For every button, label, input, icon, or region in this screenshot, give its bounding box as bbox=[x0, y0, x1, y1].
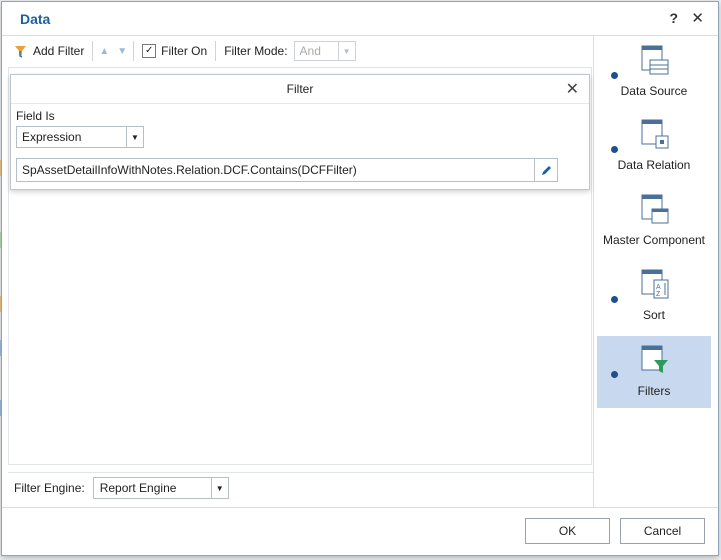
expression-input[interactable]: SpAssetDetailInfoWithNotes.Relation.DCF.… bbox=[16, 158, 558, 182]
nav-item-label: Master Component bbox=[602, 233, 706, 247]
filter-engine-value: Report Engine bbox=[99, 481, 177, 495]
data-source-icon bbox=[641, 45, 669, 75]
toolbar-divider bbox=[92, 41, 94, 61]
nav-item-label: Data Source bbox=[620, 84, 688, 98]
filters-editor: Add Filter ▲ ▼ ✓ Filter On Filter Mode: … bbox=[8, 36, 594, 507]
title-bar: Data ? ✕ bbox=[2, 2, 718, 36]
remove-filter-icon[interactable]: ✕ bbox=[566, 79, 579, 99]
toolbar-divider bbox=[133, 41, 135, 61]
add-filter-button[interactable]: Add Filter bbox=[8, 39, 90, 63]
nav-item-label: Data Relation bbox=[617, 158, 691, 172]
toolbar-divider bbox=[215, 41, 217, 61]
nav-item-master-component[interactable]: Master Component bbox=[597, 185, 711, 257]
svg-text:A: A bbox=[656, 284, 661, 291]
status-dot bbox=[611, 72, 618, 79]
help-button[interactable]: ? bbox=[669, 10, 678, 26]
field-type-value: Expression bbox=[22, 130, 82, 144]
data-nav: Data Source Data Relation Master Compone… bbox=[595, 36, 713, 506]
filter-mode-group: Filter Mode: And ▼ bbox=[218, 39, 361, 63]
data-relation-icon bbox=[641, 119, 669, 149]
status-dot bbox=[611, 371, 618, 378]
move-down-icon[interactable]: ▼ bbox=[113, 46, 131, 57]
chevron-down-icon: ▼ bbox=[126, 127, 143, 147]
nav-item-data-relation[interactable]: Data Relation bbox=[597, 110, 711, 182]
chevron-down-icon: ▼ bbox=[337, 42, 355, 60]
data-dialog: Data ? ✕ Add Filter ▲ ▼ ✓ Filter On Filt bbox=[1, 1, 719, 556]
cancel-button[interactable]: Cancel bbox=[620, 518, 705, 544]
filters-icon bbox=[641, 345, 668, 373]
edit-expression-icon[interactable] bbox=[534, 159, 557, 181]
status-dot bbox=[611, 296, 618, 303]
dialog-title: Data bbox=[20, 11, 51, 27]
move-up-icon[interactable]: ▲ bbox=[95, 46, 113, 57]
filter-engine-row: Filter Engine: Report Engine ▼ bbox=[8, 472, 593, 503]
filter-toolbar: Add Filter ▲ ▼ ✓ Filter On Filter Mode: … bbox=[8, 36, 593, 66]
master-component-icon bbox=[641, 194, 669, 224]
field-is-label: Field Is bbox=[16, 109, 55, 123]
add-filter-icon bbox=[15, 46, 26, 58]
filter-panel-header: Filter ✕ bbox=[11, 75, 589, 104]
filter-on-toggle[interactable]: ✓ Filter On bbox=[136, 39, 213, 63]
field-type-select[interactable]: Expression ▼ bbox=[16, 126, 144, 148]
filter-mode-select[interactable]: And ▼ bbox=[293, 41, 356, 61]
svg-text:Z: Z bbox=[656, 291, 661, 298]
filter-engine-label: Filter Engine: bbox=[14, 481, 85, 495]
nav-item-sort[interactable]: A Z Sort bbox=[597, 260, 711, 332]
filter-mode-label: Filter Mode: bbox=[224, 44, 288, 58]
filter-panel-title: Filter bbox=[286, 82, 314, 96]
dialog-footer: OK Cancel bbox=[2, 507, 718, 557]
nav-item-data-source[interactable]: Data Source bbox=[597, 36, 711, 108]
filter-on-checkbox[interactable]: ✓ bbox=[142, 44, 157, 58]
status-dot bbox=[611, 146, 618, 153]
filter-engine-select[interactable]: Report Engine ▼ bbox=[92, 477, 229, 499]
filter-mode-value: And bbox=[299, 44, 321, 58]
sort-icon: A Z bbox=[641, 269, 669, 299]
filter-panel: Filter ✕ Field Is Expression ▼ SpAssetDe… bbox=[10, 74, 590, 190]
ok-button[interactable]: OK bbox=[525, 518, 610, 544]
filter-on-label: Filter On bbox=[161, 44, 208, 58]
chevron-down-icon: ▼ bbox=[210, 478, 228, 498]
expression-value: SpAssetDetailInfoWithNotes.Relation.DCF.… bbox=[22, 163, 357, 177]
add-filter-label: Add Filter bbox=[33, 44, 85, 58]
nav-item-label: Sort bbox=[642, 308, 665, 322]
nav-item-filters[interactable]: Filters bbox=[597, 336, 711, 408]
close-button[interactable]: ✕ bbox=[691, 9, 704, 27]
nav-item-label: Filters bbox=[637, 384, 671, 398]
